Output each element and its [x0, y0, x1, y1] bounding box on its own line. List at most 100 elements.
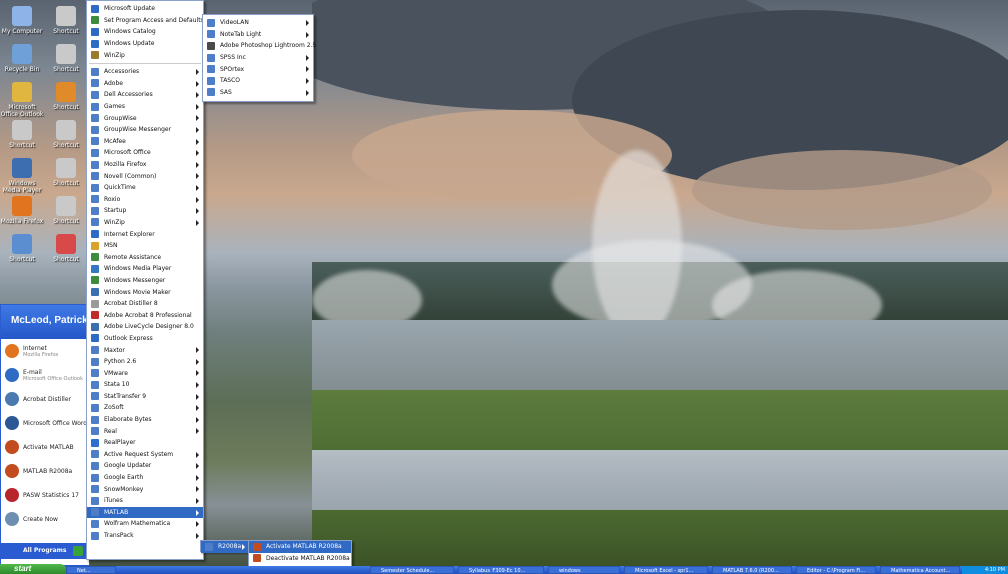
menu-item[interactable]: Internet Explorer — [87, 228, 203, 240]
menu-item[interactable]: Real — [87, 425, 203, 437]
menu-item[interactable]: Google Updater — [87, 460, 203, 472]
menu-item[interactable]: VideoLAN — [203, 17, 313, 29]
menu-item-r2008a[interactable]: R2008a — [201, 541, 249, 553]
menu-item[interactable]: Windows Movie Maker — [87, 286, 203, 298]
menu-item[interactable]: TransPack — [87, 530, 203, 542]
menu-item[interactable]: SAS — [203, 87, 313, 99]
pinned-item-label: Internet Mozilla Firefox — [23, 344, 59, 358]
menu-item[interactable]: SPOrtex — [203, 63, 313, 75]
pinned-item[interactable]: Create Now — [1, 507, 89, 531]
desktop-icons: My Computer Shortcut Recycle Bin Shortcut Mi… — [0, 0, 90, 300]
folder-icon — [91, 450, 99, 459]
start-button[interactable]: start — [0, 564, 66, 574]
menu-item[interactable]: Accessories — [87, 66, 203, 78]
taskbar-button[interactable]: MATLAB 7.6.0 (R200... — [712, 566, 792, 574]
menu-item[interactable]: Wolfram Mathematica — [87, 518, 203, 530]
menu-item[interactable]: Adobe Acrobat 8 Professional — [87, 309, 203, 321]
menu-item[interactable]: Acrobat Distiller 8 — [87, 298, 203, 310]
taskbar-button[interactable]: Net... — [66, 566, 116, 574]
menu-item[interactable]: Roxio — [87, 194, 203, 206]
menu-item[interactable]: ZoSoft — [87, 402, 203, 414]
desktop-icon[interactable]: Shortcut — [44, 158, 88, 187]
folder-icon — [91, 172, 99, 181]
pinned-item-sublabel: Mozilla Firefox — [23, 351, 59, 358]
submenu-arrow-icon — [196, 161, 199, 168]
menu-item[interactable]: GroupWise — [87, 112, 203, 124]
menu-item[interactable]: VMware — [87, 367, 203, 379]
menu-item[interactable]: WinZip — [87, 49, 203, 61]
pinned-item[interactable]: Internet Mozilla Firefox — [1, 339, 89, 363]
menu-item[interactable]: GroupWise Messenger — [87, 124, 203, 136]
menu-item-label: Adobe LiveCycle Designer 8.0 — [104, 323, 194, 331]
desktop-icon[interactable]: Mozilla Firefox — [0, 196, 44, 225]
menu-item[interactable]: Stata 10 — [87, 379, 203, 391]
menu-item[interactable]: Mozilla Firefox — [87, 159, 203, 171]
taskbar-button[interactable]: Editor - C:\Program Fi... — [796, 566, 876, 574]
menu-item[interactable]: Dell Accessories — [87, 89, 203, 101]
pinned-item[interactable]: MATLAB R2008a — [1, 459, 89, 483]
menu-item[interactable]: SnowMonkey — [87, 483, 203, 495]
pinned-item[interactable]: Microsoft Office Word — [1, 411, 89, 435]
desktop-icon[interactable]: Shortcut — [44, 44, 88, 73]
desktop-icon[interactable]: Shortcut — [0, 234, 44, 263]
menu-item[interactable]: Maxtor — [87, 344, 203, 356]
menu-item[interactable]: MATLAB — [87, 506, 203, 519]
taskbar-button[interactable]: Mathematica Account... — [880, 566, 960, 574]
menu-item[interactable]: Set Program Access and Defaults — [87, 15, 204, 27]
taskbar-button[interactable]: windows — [548, 566, 620, 574]
menu-item[interactable]: Startup — [87, 205, 203, 217]
shortcut-icon — [12, 120, 32, 140]
menu-item[interactable]: WinZip — [87, 217, 203, 229]
pinned-item[interactable]: E-mail Microsoft Office Outlook — [1, 363, 89, 387]
menu-item[interactable]: Adobe LiveCycle Designer 8.0 — [87, 321, 203, 333]
desktop-icon[interactable]: Windows Media Player — [0, 158, 44, 194]
menu-item[interactable]: Windows Catalog — [87, 26, 203, 38]
desktop-icon[interactable]: Shortcut — [44, 82, 88, 111]
desktop-icon[interactable]: Shortcut — [44, 6, 88, 35]
desktop-icon[interactable]: Shortcut — [44, 234, 88, 263]
menu-item[interactable]: Windows Media Player — [87, 263, 203, 275]
menu-item[interactable]: Microsoft Office — [87, 147, 203, 159]
desktop-icon[interactable]: Shortcut — [0, 120, 44, 149]
menu-item[interactable]: Novell (Common) — [87, 170, 203, 182]
menu-item[interactable]: iTunes — [87, 495, 203, 507]
desktop-icon[interactable]: Shortcut — [44, 120, 88, 149]
menu-item[interactable]: Activate MATLAB R2008a — [249, 541, 351, 553]
menu-item[interactable]: McAfee — [87, 136, 203, 148]
menu-item[interactable]: SPSS Inc — [203, 52, 313, 64]
menu-item-label: Stata 10 — [104, 381, 130, 389]
menu-item-label: Deactivate MATLAB R2008a — [266, 554, 350, 562]
menu-item[interactable]: Adobe — [87, 78, 203, 90]
menu-item[interactable]: Games — [87, 101, 203, 113]
menu-item[interactable]: RealPlayer — [87, 437, 203, 449]
menu-item[interactable]: Google Earth — [87, 472, 203, 484]
pinned-item[interactable]: Acrobat Distiller — [1, 387, 89, 411]
menu-item[interactable]: Elaborate Bytes — [87, 414, 203, 426]
pinned-item[interactable]: PASW Statistics 17 — [1, 483, 89, 507]
desktop-icon[interactable]: Microsoft Office Outlook — [0, 82, 44, 118]
taskbar-button[interactable]: Microsoft Excel - spr1... — [624, 566, 708, 574]
menu-item[interactable]: Windows Update — [87, 38, 203, 50]
menu-item[interactable]: TASCO — [203, 75, 313, 87]
all-programs-button[interactable]: All Programs — [1, 543, 89, 559]
winzip-icon — [91, 51, 99, 60]
menu-item[interactable]: Windows Messenger — [87, 275, 203, 287]
desktop-icon[interactable]: My Computer — [0, 6, 44, 35]
menu-item[interactable]: Microsoft Update — [87, 3, 203, 15]
menu-item[interactable]: Python 2.6 — [87, 356, 203, 368]
menu-item[interactable]: NoteTab Light — [203, 29, 313, 41]
folder-icon — [91, 403, 99, 412]
menu-item[interactable]: Active Request System — [87, 449, 203, 461]
menu-item[interactable]: Remote Assistance — [87, 251, 203, 263]
desktop-icon[interactable]: Recycle Bin — [0, 44, 44, 73]
desktop-icon[interactable]: Shortcut — [44, 196, 88, 225]
menu-item[interactable]: QuickTime — [87, 182, 203, 194]
menu-item[interactable]: Adobe Photoshop Lightroom 2.5 — [203, 40, 316, 52]
taskbar-button[interactable]: Syllabus_F309-Ec 10... — [458, 566, 544, 574]
menu-item[interactable]: Outlook Express — [87, 333, 203, 345]
menu-item[interactable]: StatTransfer 9 — [87, 391, 203, 403]
taskbar-button[interactable]: Semester Schedule... — [370, 566, 454, 574]
pinned-item[interactable]: Activate MATLAB — [1, 435, 89, 459]
menu-item[interactable]: Deactivate MATLAB R2008a — [249, 553, 351, 565]
menu-item[interactable]: MSN — [87, 240, 203, 252]
